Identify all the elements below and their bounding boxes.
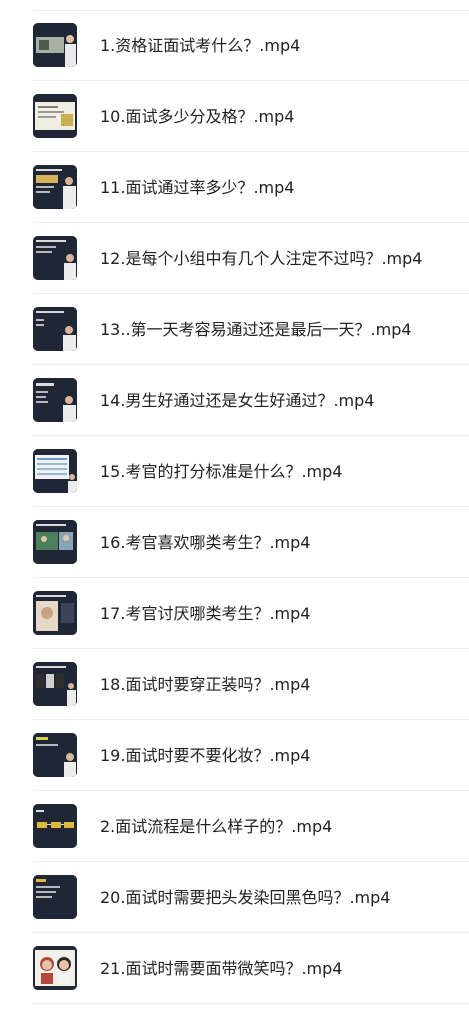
video-thumbnail	[33, 94, 77, 138]
file-list-item[interactable]: 15.考官的打分标准是什么？.mp4	[0, 436, 469, 507]
file-list-item[interactable]: 1.资格证面试考什么？.mp4	[0, 10, 469, 81]
file-name: 20.面试时需要把头发染回黑色吗？.mp4	[100, 888, 391, 907]
file-list-item[interactable]: 12.是每个小组中有几个人注定不过吗？.mp4	[0, 223, 469, 294]
file-list-item[interactable]: 17.考官讨厌哪类考生？.mp4	[0, 578, 469, 649]
file-list-item[interactable]: 14.男生好通过还是女生好通过？.mp4	[0, 365, 469, 436]
file-name: 12.是每个小组中有几个人注定不过吗？.mp4	[100, 249, 423, 268]
video-thumbnail	[33, 236, 77, 280]
file-name: 21.面试时需要面带微笑吗？.mp4	[100, 959, 343, 978]
file-name: 17.考官讨厌哪类考生？.mp4	[100, 604, 311, 623]
video-thumbnail	[33, 591, 77, 635]
video-thumbnail	[33, 378, 77, 422]
video-thumbnail	[33, 520, 77, 564]
video-thumbnail	[33, 946, 77, 990]
video-thumbnail	[33, 804, 77, 848]
file-name: 14.男生好通过还是女生好通过？.mp4	[100, 391, 375, 410]
file-name: 18.面试时要穿正装吗？.mp4	[100, 675, 311, 694]
video-thumbnail	[33, 875, 77, 919]
video-thumbnail	[33, 733, 77, 777]
file-list-item[interactable]: 20.面试时需要把头发染回黑色吗？.mp4	[0, 862, 469, 933]
file-list-item[interactable]: 19.面试时要不要化妆？.mp4	[0, 720, 469, 791]
file-list-item[interactable]: 13..第一天考容易通过还是最后一天？.mp4	[0, 294, 469, 365]
video-thumbnail	[33, 165, 77, 209]
video-thumbnail	[33, 23, 77, 67]
file-name: 15.考官的打分标准是什么？.mp4	[100, 462, 343, 481]
row-divider	[33, 1003, 469, 1004]
file-name: 1.资格证面试考什么？.mp4	[100, 36, 301, 55]
file-list-item[interactable]: 2.面试流程是什么样子的？.mp4	[0, 791, 469, 862]
file-name: 19.面试时要不要化妆？.mp4	[100, 746, 311, 765]
file-name: 13..第一天考容易通过还是最后一天？.mp4	[100, 320, 412, 339]
video-thumbnail	[33, 662, 77, 706]
file-list-item[interactable]: 21.面试时需要面带微笑吗？.mp4	[0, 933, 469, 1004]
file-list-item[interactable]: 10.面试多少分及格？.mp4	[0, 81, 469, 152]
file-name: 10.面试多少分及格？.mp4	[100, 107, 295, 126]
file-list-item[interactable]: 16.考官喜欢哪类考生？.mp4	[0, 507, 469, 578]
file-name: 2.面试流程是什么样子的？.mp4	[100, 817, 333, 836]
file-name: 16.考官喜欢哪类考生？.mp4	[100, 533, 311, 552]
file-list-item[interactable]: 18.面试时要穿正装吗？.mp4	[0, 649, 469, 720]
file-name: 11.面试通过率多少？.mp4	[100, 178, 295, 197]
video-thumbnail	[33, 449, 77, 493]
file-list-item[interactable]: 11.面试通过率多少？.mp4	[0, 152, 469, 223]
video-thumbnail	[33, 307, 77, 351]
